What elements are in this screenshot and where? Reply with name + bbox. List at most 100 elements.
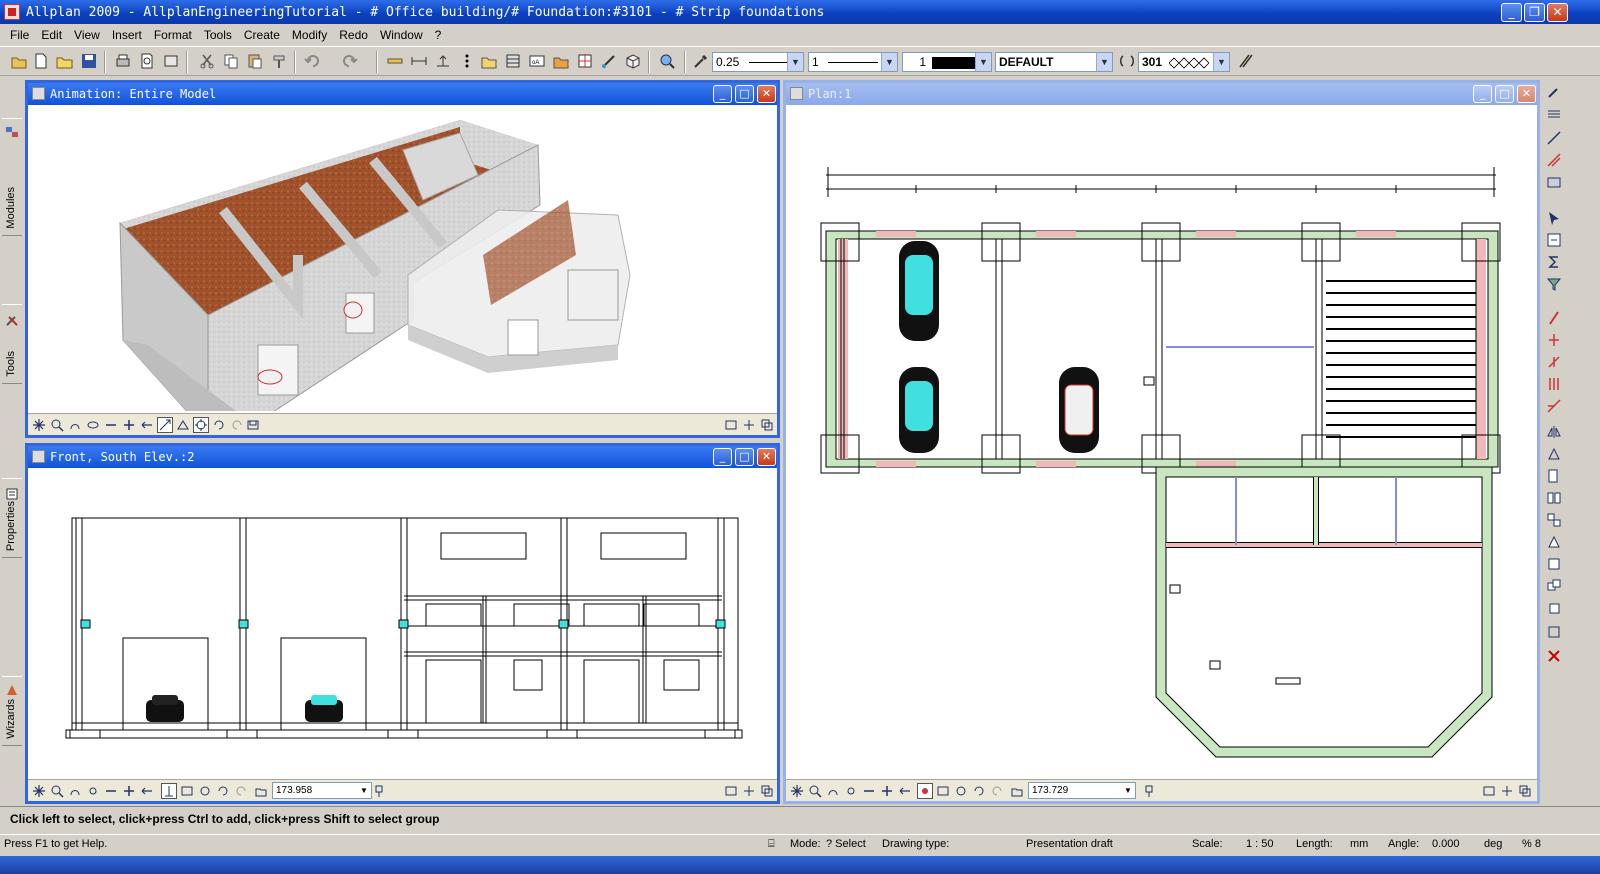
render-icon[interactable] <box>176 418 190 432</box>
cut-icon[interactable] <box>198 52 216 70</box>
delete-icon[interactable] <box>1546 648 1562 664</box>
copy-view-icon[interactable] <box>760 784 774 798</box>
dropdown-arrow-icon[interactable]: ▼ <box>881 53 897 71</box>
copy-view-icon[interactable] <box>1518 784 1532 798</box>
print-icon[interactable] <box>114 52 132 70</box>
mirror-icon[interactable] <box>1546 424 1562 440</box>
undo-view-icon[interactable] <box>216 784 230 798</box>
save-icon[interactable] <box>80 52 98 70</box>
zoom-out-icon[interactable] <box>104 418 118 432</box>
zoom-in-icon[interactable] <box>122 784 136 798</box>
previous-view-icon[interactable] <box>140 784 154 798</box>
more-options-icon[interactable] <box>458 52 476 70</box>
undo-view-icon[interactable] <box>212 418 226 432</box>
plot-icon[interactable] <box>162 52 180 70</box>
properties-box-icon[interactable] <box>1546 624 1562 640</box>
animation-3d-view[interactable] <box>28 105 777 437</box>
sun-icon[interactable] <box>86 784 100 798</box>
pen-thickness-select[interactable]: 0.25 ▼ <box>712 52 804 72</box>
zoom-in-icon[interactable] <box>880 784 894 798</box>
sun-icon[interactable] <box>844 784 858 798</box>
zoom-icon[interactable] <box>50 418 64 432</box>
open-project-icon[interactable] <box>10 52 28 70</box>
plan-view-icon[interactable] <box>917 783 933 799</box>
maximize-button[interactable]: □ <box>735 85 754 103</box>
hidden-line-icon[interactable] <box>180 784 194 798</box>
length-unit[interactable]: mm <box>1350 838 1368 850</box>
layer-icon[interactable] <box>504 52 522 70</box>
elevation-drawing-view[interactable] <box>28 468 777 779</box>
menu-create[interactable]: Create <box>238 28 286 42</box>
hidden-line-icon[interactable] <box>936 784 950 798</box>
save-view-icon[interactable] <box>246 418 260 432</box>
navigate-icon[interactable] <box>193 417 209 433</box>
redo-icon[interactable] <box>340 52 358 70</box>
previous-view-icon[interactable] <box>140 418 154 432</box>
plan-window[interactable]: Plan:1 _ □ ✕ 173.729 ▼ <box>783 80 1540 804</box>
regenerate-icon[interactable] <box>32 418 46 432</box>
allplan-app-icon[interactable] <box>4 4 20 20</box>
animation-window-caption[interactable]: Animation: Entire Model _ □ ✕ <box>28 83 777 105</box>
offset-icon[interactable] <box>1546 376 1562 392</box>
menu-edit[interactable]: Edit <box>35 28 68 42</box>
dimension-icon[interactable] <box>410 52 428 70</box>
sum-icon[interactable] <box>1546 254 1562 270</box>
crosshair-icon[interactable] <box>1500 784 1514 798</box>
zoom-out-icon[interactable] <box>104 784 118 798</box>
menu-file[interactable]: File <box>4 28 35 42</box>
tab-tools[interactable]: Tools <box>2 304 22 384</box>
redo-view-icon[interactable] <box>990 784 1004 798</box>
line-icon[interactable] <box>1546 130 1562 146</box>
minimize-button[interactable]: _ <box>713 448 732 466</box>
paste-icon[interactable] <box>246 52 264 70</box>
elevation-icon[interactable] <box>434 52 452 70</box>
menu-format[interactable]: Format <box>148 28 198 42</box>
regenerate-icon[interactable] <box>32 784 46 798</box>
menu-view[interactable]: View <box>68 28 106 42</box>
tab-modules[interactable]: Modules <box>2 118 22 236</box>
dropdown-arrow-icon[interactable]: ▼ <box>357 783 371 798</box>
tab-properties[interactable]: Properties <box>2 478 22 558</box>
zoom-icon[interactable] <box>50 784 64 798</box>
redo-view-icon[interactable] <box>230 418 244 432</box>
layout-icon[interactable] <box>576 52 594 70</box>
pattern-select[interactable]: 301 ▼ <box>1138 52 1230 72</box>
copy-element-icon[interactable] <box>1546 468 1562 484</box>
window-layout-icon[interactable] <box>724 418 738 432</box>
minimize-button[interactable]: _ <box>713 85 732 103</box>
elevation-window[interactable]: Front, South Elev.:2 _ □ ✕ 173.958 ▼ <box>25 443 780 804</box>
dropdown-arrow-icon[interactable]: ▼ <box>1096 53 1112 71</box>
regenerate-icon[interactable] <box>790 784 804 798</box>
open-fileset-icon[interactable] <box>480 52 498 70</box>
filter-icon[interactable] <box>1546 276 1562 292</box>
restore-button[interactable]: ❐ <box>1524 3 1545 22</box>
eyedropper-icon[interactable] <box>692 52 710 70</box>
plan-zoom-select[interactable]: 173.729 ▼ <box>1028 782 1136 799</box>
new-file-icon[interactable] <box>32 52 50 70</box>
format-properties-icon[interactable] <box>1236 52 1254 70</box>
zoom-help-icon[interactable] <box>658 52 676 70</box>
pan-icon[interactable] <box>68 418 82 432</box>
layer-filter-icon[interactable] <box>1546 232 1562 248</box>
redo-view-icon[interactable] <box>234 784 248 798</box>
close-button[interactable]: ✕ <box>757 85 776 103</box>
bring-front-icon[interactable] <box>1546 600 1562 616</box>
perspective-icon[interactable] <box>157 417 173 433</box>
drawing-type-value[interactable]: Presentation draft <box>1026 838 1113 850</box>
copy-icon[interactable] <box>222 52 240 70</box>
navigate-icon[interactable] <box>954 784 968 798</box>
close-button[interactable]: ✕ <box>1517 85 1536 103</box>
navigate-icon[interactable] <box>198 784 212 798</box>
menu-insert[interactable]: Insert <box>106 28 148 42</box>
zoom-out-icon[interactable] <box>862 784 876 798</box>
crosshair-icon[interactable] <box>742 418 756 432</box>
eyedropper-icon[interactable] <box>1546 84 1562 100</box>
crosshair-icon[interactable] <box>742 784 756 798</box>
window-layout-icon[interactable] <box>724 784 738 798</box>
minimize-button[interactable]: _ <box>1473 85 1492 103</box>
previous-view-icon[interactable] <box>898 784 912 798</box>
format-painter-icon[interactable] <box>270 52 288 70</box>
fillet-icon[interactable] <box>1546 398 1562 414</box>
color-select[interactable]: 1 ▼ <box>902 52 992 72</box>
undo-view-icon[interactable] <box>972 784 986 798</box>
